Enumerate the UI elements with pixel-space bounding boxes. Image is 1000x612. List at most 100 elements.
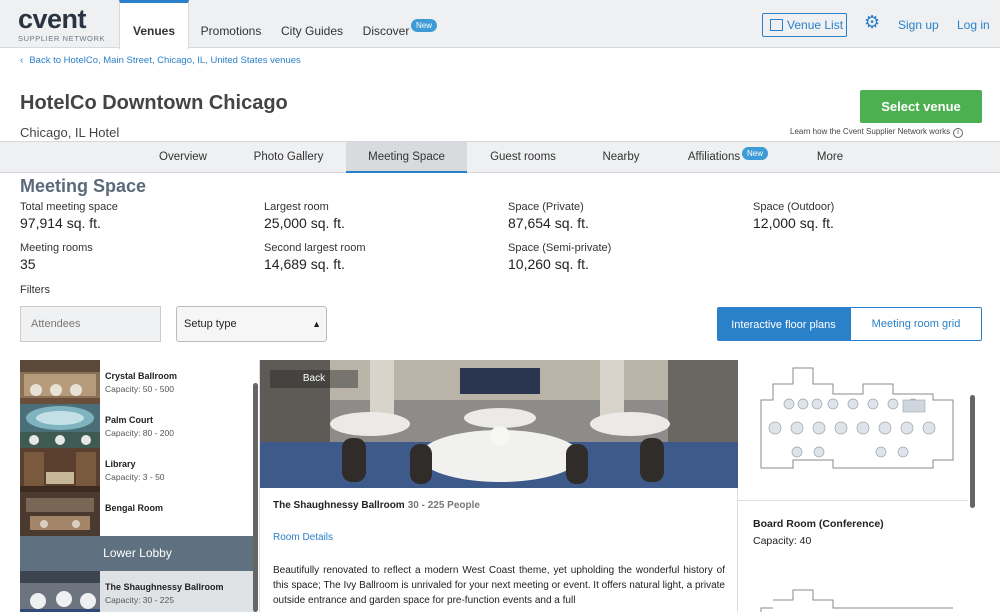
logo-word: cvent (18, 4, 87, 34)
gear-icon[interactable]: ⚙ (864, 13, 882, 31)
stat-label: Total meeting space (20, 201, 118, 213)
info-icon: i (953, 128, 964, 138)
floor-plan-divider (738, 500, 968, 501)
room-detail-title: The Shaughnessy Ballroom 30 - 225 People (273, 500, 480, 511)
interactive-floor-plans-toggle[interactable]: Interactive floor plans (717, 307, 850, 341)
tab-affiliations[interactable]: Affiliations (678, 142, 750, 173)
floor-plan-room-capacity: Capacity: 40 (753, 535, 812, 547)
select-venue-button[interactable]: Select venue (860, 90, 982, 123)
stat-second-largest-room: Second largest room 14,689 sq. ft. (264, 242, 366, 272)
venue-title: HotelCo Downtown Chicago (20, 92, 288, 114)
nav-tab-label: Promotions (200, 24, 262, 38)
nav-tab-label: Discover (362, 24, 410, 38)
room-detail-people: 30 - 225 People (407, 500, 480, 511)
tab-overview[interactable]: Overview (142, 142, 224, 173)
venue-subnav: Overview Photo Gallery Meeting Space Gue… (0, 141, 1000, 173)
floor-plan-scrollbar[interactable] (970, 395, 975, 508)
room-detail-name: The Shaughnessy Ballroom (273, 500, 405, 511)
meeting-room-grid-toggle[interactable]: Meeting room grid (850, 307, 982, 341)
top-navbar: cvent SUPPLIER NETWORK Venues Promotions… (0, 0, 1000, 49)
room-list-item[interactable]: Library Capacity: 3 - 50 (20, 448, 255, 492)
stat-value: 14,689 sq. ft. (264, 256, 345, 272)
back-to-venues-link[interactable]: ‹ Back to HotelCo, Main Street, Chicago, … (20, 55, 301, 66)
logo-subtitle: SUPPLIER NETWORK (18, 34, 106, 43)
room-name: Palm Court (105, 415, 154, 425)
venue-list-label: Venue List (787, 18, 844, 32)
stat-value: 97,914 sq. ft. (20, 215, 101, 231)
nav-tab-label: Venues (132, 24, 176, 38)
floor-plan-panel: Board Room (Conference) Capacity: 40 (738, 360, 978, 612)
select-arrows-icon: ▲ (312, 319, 321, 329)
section-title: Meeting Space (20, 176, 147, 196)
stat-label: Space (Semi-private) (508, 242, 612, 254)
stat-largest-room: Largest room 25,000 sq. ft. (264, 201, 345, 231)
room-capacity: Capacity: 50 - 500 (105, 384, 174, 394)
list-icon (770, 19, 783, 31)
cvent-logo[interactable]: cvent SUPPLIER NETWORK (18, 4, 118, 44)
room-details-link[interactable]: Room Details (273, 532, 333, 543)
room-name: The Shaughnessy Ballroom (105, 582, 224, 592)
venue-list-button[interactable]: Venue List (762, 13, 847, 37)
tab-nearby[interactable]: Nearby (590, 142, 652, 173)
stat-label: Space (Outdoor) (753, 201, 835, 213)
room-list: Crystal Ballroom Capacity: 50 - 500 Palm… (20, 360, 255, 612)
floor-plan-diagram[interactable] (753, 360, 958, 500)
stat-value: 12,000 sq. ft. (753, 215, 834, 231)
room-thumbnail (20, 571, 100, 612)
setup-type-select[interactable]: Setup type ▲ (176, 306, 327, 342)
log-in-link[interactable]: Log in (957, 18, 990, 32)
room-thumbnail (20, 448, 100, 492)
stat-space-outdoor: Space (Outdoor) 12,000 sq. ft. (753, 201, 834, 231)
venue-subtitle: Chicago, IL Hotel (20, 125, 120, 140)
stat-label: Second largest room (264, 242, 366, 254)
room-capacity: Capacity: 80 - 200 (105, 428, 174, 438)
back-link-label: Back to HotelCo, Main Street, Chicago, I… (29, 55, 301, 66)
room-thumbnail (20, 360, 100, 404)
room-list-item-selected[interactable]: The Shaughnessy Ballroom Capacity: 30 - … (20, 571, 255, 612)
stat-label: Space (Private) (508, 201, 584, 213)
setup-type-value: Setup type (184, 318, 237, 330)
stat-value: 10,260 sq. ft. (508, 256, 589, 272)
stat-space-semi-private: Space (Semi-private) 10,260 sq. ft. (508, 242, 611, 272)
sign-up-link[interactable]: Sign up (898, 18, 939, 32)
new-badge: New (411, 19, 438, 32)
chevron-left-icon: ‹ (20, 55, 24, 66)
filters-label: Filters (20, 284, 50, 296)
floor-plan-room-name: Board Room (Conference) (753, 518, 884, 530)
learn-how-link[interactable]: Learn how the Cvent Supplier Network wor… (790, 127, 964, 138)
stat-value: 35 (20, 256, 36, 272)
room-list-scrollbar[interactable] (253, 383, 258, 612)
room-detail-panel: Back The Shaughnessy Ballroom 30 - 225 Pe… (259, 360, 738, 612)
stat-label: Meeting rooms (20, 242, 93, 254)
learn-how-label: Learn how the Cvent Supplier Network wor… (790, 127, 951, 136)
room-list-item[interactable]: Palm Court Capacity: 80 - 200 (20, 404, 255, 448)
photo-back-button[interactable]: Back (270, 370, 358, 388)
stat-space-private: Space (Private) 87,654 sq. ft. (508, 201, 589, 231)
floor-plan-diagram[interactable] (753, 578, 958, 612)
nav-tab-label: City Guides (280, 24, 344, 38)
stat-value: 25,000 sq. ft. (264, 215, 345, 231)
room-name: Library (105, 459, 136, 469)
stat-total-meeting-space: Total meeting space 97,914 sq. ft. (20, 201, 118, 231)
stat-label: Largest room (264, 201, 329, 213)
stat-meeting-rooms: Meeting rooms 35 (20, 242, 93, 272)
nav-tab-venues[interactable]: Venues (119, 0, 189, 49)
tab-photo-gallery[interactable]: Photo Gallery (240, 142, 337, 173)
room-thumbnail (20, 492, 100, 536)
room-name: Crystal Ballroom (105, 371, 178, 381)
nav-tab-discover[interactable]: Discover (358, 0, 414, 48)
attendees-input[interactable]: Attendees (20, 306, 161, 342)
room-capacity: Capacity: 3 - 50 (105, 472, 165, 482)
tab-meeting-space[interactable]: Meeting Space (346, 142, 467, 173)
nav-tab-promotions[interactable]: Promotions (196, 0, 266, 48)
room-name: Bengal Room (105, 503, 164, 513)
nav-tab-city-guides[interactable]: City Guides (276, 0, 348, 48)
room-list-item[interactable]: Bengal Room (20, 492, 255, 536)
room-thumbnail (20, 404, 100, 448)
tab-more[interactable]: More (804, 142, 856, 173)
stat-value: 87,654 sq. ft. (508, 215, 589, 231)
room-list-item[interactable]: Crystal Ballroom Capacity: 50 - 500 (20, 360, 255, 404)
room-capacity: Capacity: 30 - 225 (105, 595, 174, 605)
room-group-header: Lower Lobby (20, 536, 255, 571)
tab-guest-rooms[interactable]: Guest rooms (478, 142, 568, 173)
